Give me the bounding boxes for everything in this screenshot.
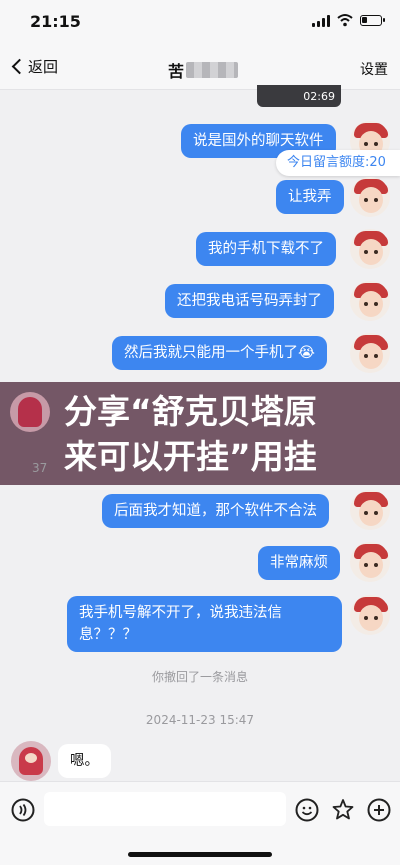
message-bubble[interactable]: 非常麻烦 bbox=[258, 546, 340, 580]
avatar[interactable] bbox=[350, 490, 390, 530]
plus-icon[interactable] bbox=[367, 798, 391, 822]
message-input[interactable] bbox=[44, 792, 286, 826]
overlay-line-1: 分享“舒克贝塔原 bbox=[64, 392, 317, 431]
back-label: 返回 bbox=[28, 58, 59, 76]
video-message[interactable]: 02:69 bbox=[257, 85, 341, 107]
message-bubble[interactable]: 然后我就只能用一个手机了😭 bbox=[112, 336, 327, 370]
share-overlay: 分享“舒克贝塔原 来可以开挂”用挂 bbox=[0, 382, 400, 485]
overlay-avatar bbox=[10, 392, 50, 432]
home-indicator bbox=[128, 852, 272, 857]
message-bubble[interactable]: 我的手机下载不了 bbox=[196, 232, 336, 266]
input-bar bbox=[0, 781, 400, 865]
avatar[interactable] bbox=[11, 741, 51, 781]
video-duration: 02:69 bbox=[303, 90, 335, 103]
back-button[interactable]: 返回 bbox=[10, 56, 58, 77]
avatar[interactable] bbox=[350, 177, 390, 217]
settings-button[interactable]: 设置 bbox=[360, 59, 388, 79]
voice-icon[interactable] bbox=[11, 798, 35, 822]
message-bubble[interactable]: 我手机号解不开了，说我违法信息？？？ bbox=[67, 596, 342, 652]
name-blur bbox=[186, 62, 239, 78]
emoji-icon[interactable] bbox=[295, 798, 319, 822]
message-bubble[interactable]: 嗯。 bbox=[58, 744, 111, 778]
recall-notice: 你撤回了一条消息 bbox=[151, 670, 248, 684]
avatar[interactable] bbox=[350, 333, 390, 373]
chat-title: 苦 bbox=[168, 58, 239, 82]
overlay-line-2: 来可以开挂”用挂 bbox=[64, 437, 317, 476]
status-bar: 21:15 bbox=[0, 0, 400, 46]
signal-icon bbox=[312, 15, 330, 27]
message-bubble[interactable]: 让我弄 bbox=[276, 180, 344, 214]
message-bubble[interactable]: 还把我电话号码弄封了 bbox=[165, 284, 334, 318]
status-time: 21:15 bbox=[30, 12, 81, 31]
quota-tag[interactable]: 今日留言额度:20 bbox=[276, 150, 400, 176]
battery-icon bbox=[360, 15, 385, 26]
avatar[interactable] bbox=[350, 595, 390, 635]
avatar[interactable] bbox=[350, 281, 390, 321]
timestamp: 2024-11-23 15:47 bbox=[145, 713, 255, 727]
avatar[interactable] bbox=[350, 542, 390, 582]
message-bubble[interactable]: 后面我才知道，那个软件不合法 bbox=[102, 494, 329, 528]
chat-title-text: 苦 bbox=[168, 62, 185, 81]
sticker-icon[interactable] bbox=[331, 798, 355, 822]
wifi-icon bbox=[337, 14, 353, 27]
overlay-headline: 分享“舒克贝塔原 来可以开挂”用挂 bbox=[64, 389, 394, 479]
chevron-left-icon bbox=[11, 58, 28, 75]
avatar[interactable] bbox=[350, 229, 390, 269]
partial-timestamp: 37 bbox=[32, 461, 48, 475]
nav-bar: 返回 苦 设置 bbox=[0, 46, 400, 90]
